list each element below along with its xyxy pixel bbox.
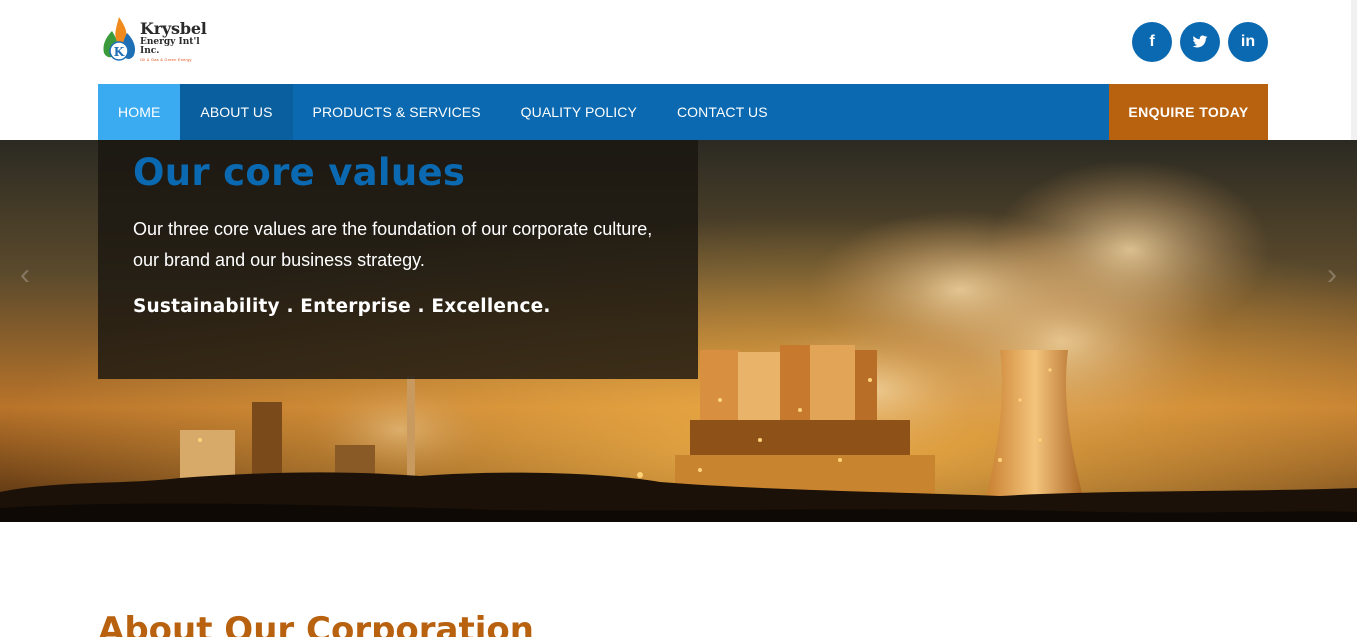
svg-text:K: K	[114, 45, 125, 59]
brand-name: Krysbel	[140, 18, 207, 38]
nav-item-quality-policy[interactable]: QUALITY POLICY	[501, 84, 657, 140]
brand-subtitle: Energy Int'l Inc.	[140, 36, 200, 56]
nav-item-about-us[interactable]: ABOUT US	[180, 84, 293, 140]
facebook-icon[interactable]: f	[1132, 22, 1172, 62]
main-nav: HOME ABOUT US PRODUCTS & SERVICES QUALIT…	[98, 84, 1268, 140]
brand-tagline: Oil & Gas & Green Energy	[140, 56, 192, 62]
about-section-title: About Our Corporation	[98, 610, 534, 637]
linkedin-icon[interactable]: in	[1228, 22, 1268, 62]
hero-title: Our core values	[133, 151, 466, 194]
nav-item-products-services[interactable]: PRODUCTS & SERVICES	[293, 84, 501, 140]
slider-prev-arrow-icon[interactable]: ‹	[10, 260, 40, 290]
page: K Krysbel Energy Int'l Inc. Oil & Gas & …	[0, 0, 1357, 637]
scrollbar[interactable]	[1351, 0, 1357, 140]
nav-item-contact-us[interactable]: CONTACT US	[657, 84, 788, 140]
social-links: f in	[1132, 22, 1268, 62]
hero-slider: ‹ › Our core values Our three core value…	[0, 140, 1357, 522]
hero-caption: Our core values Our three core values ar…	[98, 140, 698, 379]
nav-item-home[interactable]: HOME	[98, 84, 181, 140]
krysbel-logo-icon: K	[103, 17, 136, 61]
enquire-today-button[interactable]: ENQUIRE TODAY	[1109, 84, 1268, 140]
logo[interactable]: K Krysbel Energy Int'l Inc. Oil & Gas & …	[100, 14, 215, 68]
hero-text: Our three core values are the foundation…	[133, 219, 653, 270]
hero-values: Sustainability . Enterprise . Excellence…	[133, 296, 551, 317]
slider-next-arrow-icon[interactable]: ›	[1317, 260, 1347, 290]
twitter-icon[interactable]	[1180, 22, 1220, 62]
